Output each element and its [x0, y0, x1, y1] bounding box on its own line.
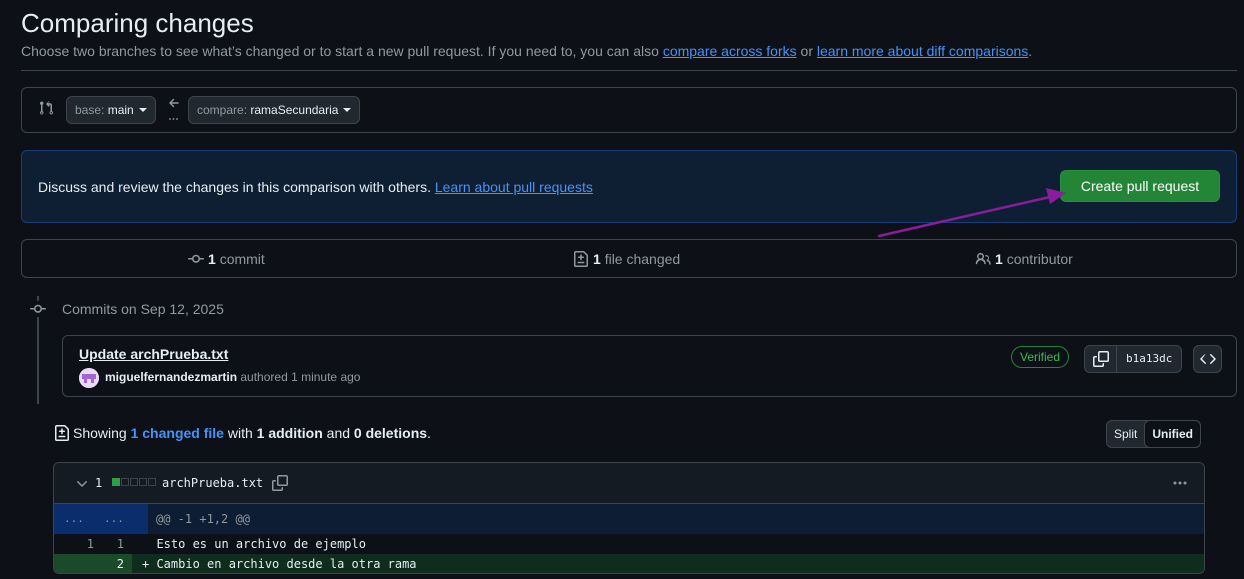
code-icon — [1199, 354, 1216, 364]
avatar[interactable] — [79, 368, 99, 388]
file-diff: 1 archPrueba.txt ... ... @@ -1 +1,2 @@ 1… — [53, 462, 1205, 574]
changed-files-link[interactable]: 1 changed file — [131, 425, 224, 441]
new-line-number[interactable]: 2 — [84, 557, 124, 571]
compare-value: ramaSecundaria — [250, 103, 339, 117]
arrow-left-icon — [169, 98, 179, 120]
commits-count: 1 — [208, 251, 216, 267]
copy-icon — [1092, 351, 1109, 367]
files-label: file changed — [604, 251, 681, 267]
unified-view-button[interactable]: Unified — [1144, 420, 1202, 448]
commits-label: commit — [219, 251, 265, 267]
subtitle-or: or — [796, 43, 817, 59]
diff-summary: Showing 1 changed file with 1 addition a… — [54, 425, 431, 441]
compare-across-forks-link[interactable]: compare across forks — [663, 43, 797, 59]
new-line-number[interactable]: 1 — [84, 537, 124, 551]
diffstat-block-neutral — [139, 478, 147, 486]
range-editor: base: main compare: ramaSecundaria — [21, 87, 1237, 133]
file-header: 1 archPrueba.txt — [54, 463, 1204, 504]
additions-count: 1 addition — [256, 425, 323, 441]
split-view-button[interactable]: Split — [1107, 421, 1144, 447]
contributors-count: 1 — [995, 251, 1003, 267]
caret-down-icon — [343, 107, 352, 112]
learn-pull-requests-link[interactable]: Learn about pull requests — [435, 179, 593, 195]
files-count: 1 — [593, 251, 601, 267]
commit-author[interactable]: miguelfernandezmartin — [105, 370, 237, 384]
summary-end: . — [427, 425, 431, 441]
kebab-horizontal-icon[interactable] — [1172, 475, 1188, 491]
diffstat-block-neutral — [148, 478, 156, 486]
verified-badge[interactable]: Verified — [1011, 346, 1070, 368]
expand-up-dots[interactable]: ... — [64, 512, 84, 525]
commits-date-heading: Commits on Sep 12, 2025 — [62, 301, 224, 317]
commit-author-line: miguelfernandezmartin authored 1 minute … — [105, 370, 360, 384]
copy-sha-button[interactable] — [1085, 346, 1117, 372]
git-compare-icon — [40, 101, 53, 115]
diff-line-addition: 2 + Cambio en archivo desde la otra rama — [54, 554, 1204, 573]
learn-diff-comparisons-link[interactable]: learn more about diff comparisons — [817, 43, 1028, 59]
base-label: base: — [75, 103, 105, 117]
commits-stat[interactable]: 1 commit — [188, 251, 265, 267]
commit-title-link[interactable]: Update archPrueba.txt — [79, 346, 228, 362]
diff-line-code: Esto es un archivo de ejemplo — [142, 537, 366, 551]
summary-with: with — [227, 425, 253, 441]
pr-description: Discuss and review the changes in this c… — [38, 179, 431, 195]
subtitle-period: . — [1028, 43, 1033, 59]
diff-view-toggle: Split Unified — [1106, 420, 1202, 448]
git-commit-icon — [30, 301, 46, 317]
summary-prefix: Showing — [73, 425, 127, 441]
chevron-down-icon[interactable] — [74, 476, 90, 492]
commit-sha-group: b1a13dc — [1084, 345, 1183, 373]
base-value: main — [107, 103, 134, 117]
browse-repository-button[interactable] — [1193, 345, 1222, 373]
file-diff-icon — [55, 425, 69, 441]
file-diff-icon — [574, 251, 588, 267]
contributors-stat[interactable]: 1 contributor — [975, 251, 1073, 267]
people-icon — [975, 253, 991, 265]
compare-branch-select[interactable]: compare: ramaSecundaria — [188, 96, 361, 124]
compare-label: compare: — [197, 103, 248, 117]
commit-authored-time: authored 1 minute ago — [240, 370, 361, 384]
subtitle-text: Choose two branches to see what’s change… — [21, 43, 663, 59]
commit-item: Update archPrueba.txt miguelfernandezmar… — [62, 335, 1237, 397]
files-stat[interactable]: 1 file changed — [573, 251, 680, 267]
avatar-identicon — [79, 368, 99, 388]
diffstat-block-neutral — [130, 478, 138, 486]
commit-sha[interactable]: b1a13dc — [1117, 346, 1181, 372]
diff-line-code: + Cambio en archivo desde la otra rama — [142, 557, 417, 571]
deletions-count: 0 deletions — [353, 425, 428, 441]
hunk-header-text: @@ -1 +1,2 @@ — [156, 512, 250, 526]
create-pull-request-button[interactable]: Create pull request — [1060, 170, 1220, 202]
file-name-link[interactable]: archPrueba.txt — [162, 476, 263, 490]
diffstat-block-added — [112, 478, 120, 486]
diff-line-context: 1 1 Esto es un archivo de ejemplo — [54, 534, 1204, 554]
pr-banner-text: Discuss and review the changes in this c… — [38, 179, 593, 195]
caret-down-icon — [138, 107, 147, 112]
divider — [21, 70, 1237, 71]
diffstat-block-neutral — [121, 478, 129, 486]
copy-icon[interactable] — [272, 475, 288, 491]
file-change-count: 1 — [95, 476, 103, 490]
diff-hunk-header[interactable]: ... ... @@ -1 +1,2 @@ — [54, 504, 1204, 534]
diffstat-bar — [112, 478, 156, 486]
git-commit-icon — [188, 254, 204, 263]
base-branch-select[interactable]: base: main — [66, 96, 156, 124]
page-title: Comparing changes — [21, 8, 254, 38]
comparison-stats: 1 commit 1 file changed 1 contributor — [21, 239, 1237, 278]
summary-and: and — [326, 425, 351, 441]
expand-down-dots[interactable]: ... — [104, 512, 124, 525]
contributors-label: contributor — [1006, 251, 1073, 267]
page-subtitle: Choose two branches to see what’s change… — [21, 43, 1032, 59]
pull-request-banner: Discuss and review the changes in this c… — [21, 150, 1237, 223]
